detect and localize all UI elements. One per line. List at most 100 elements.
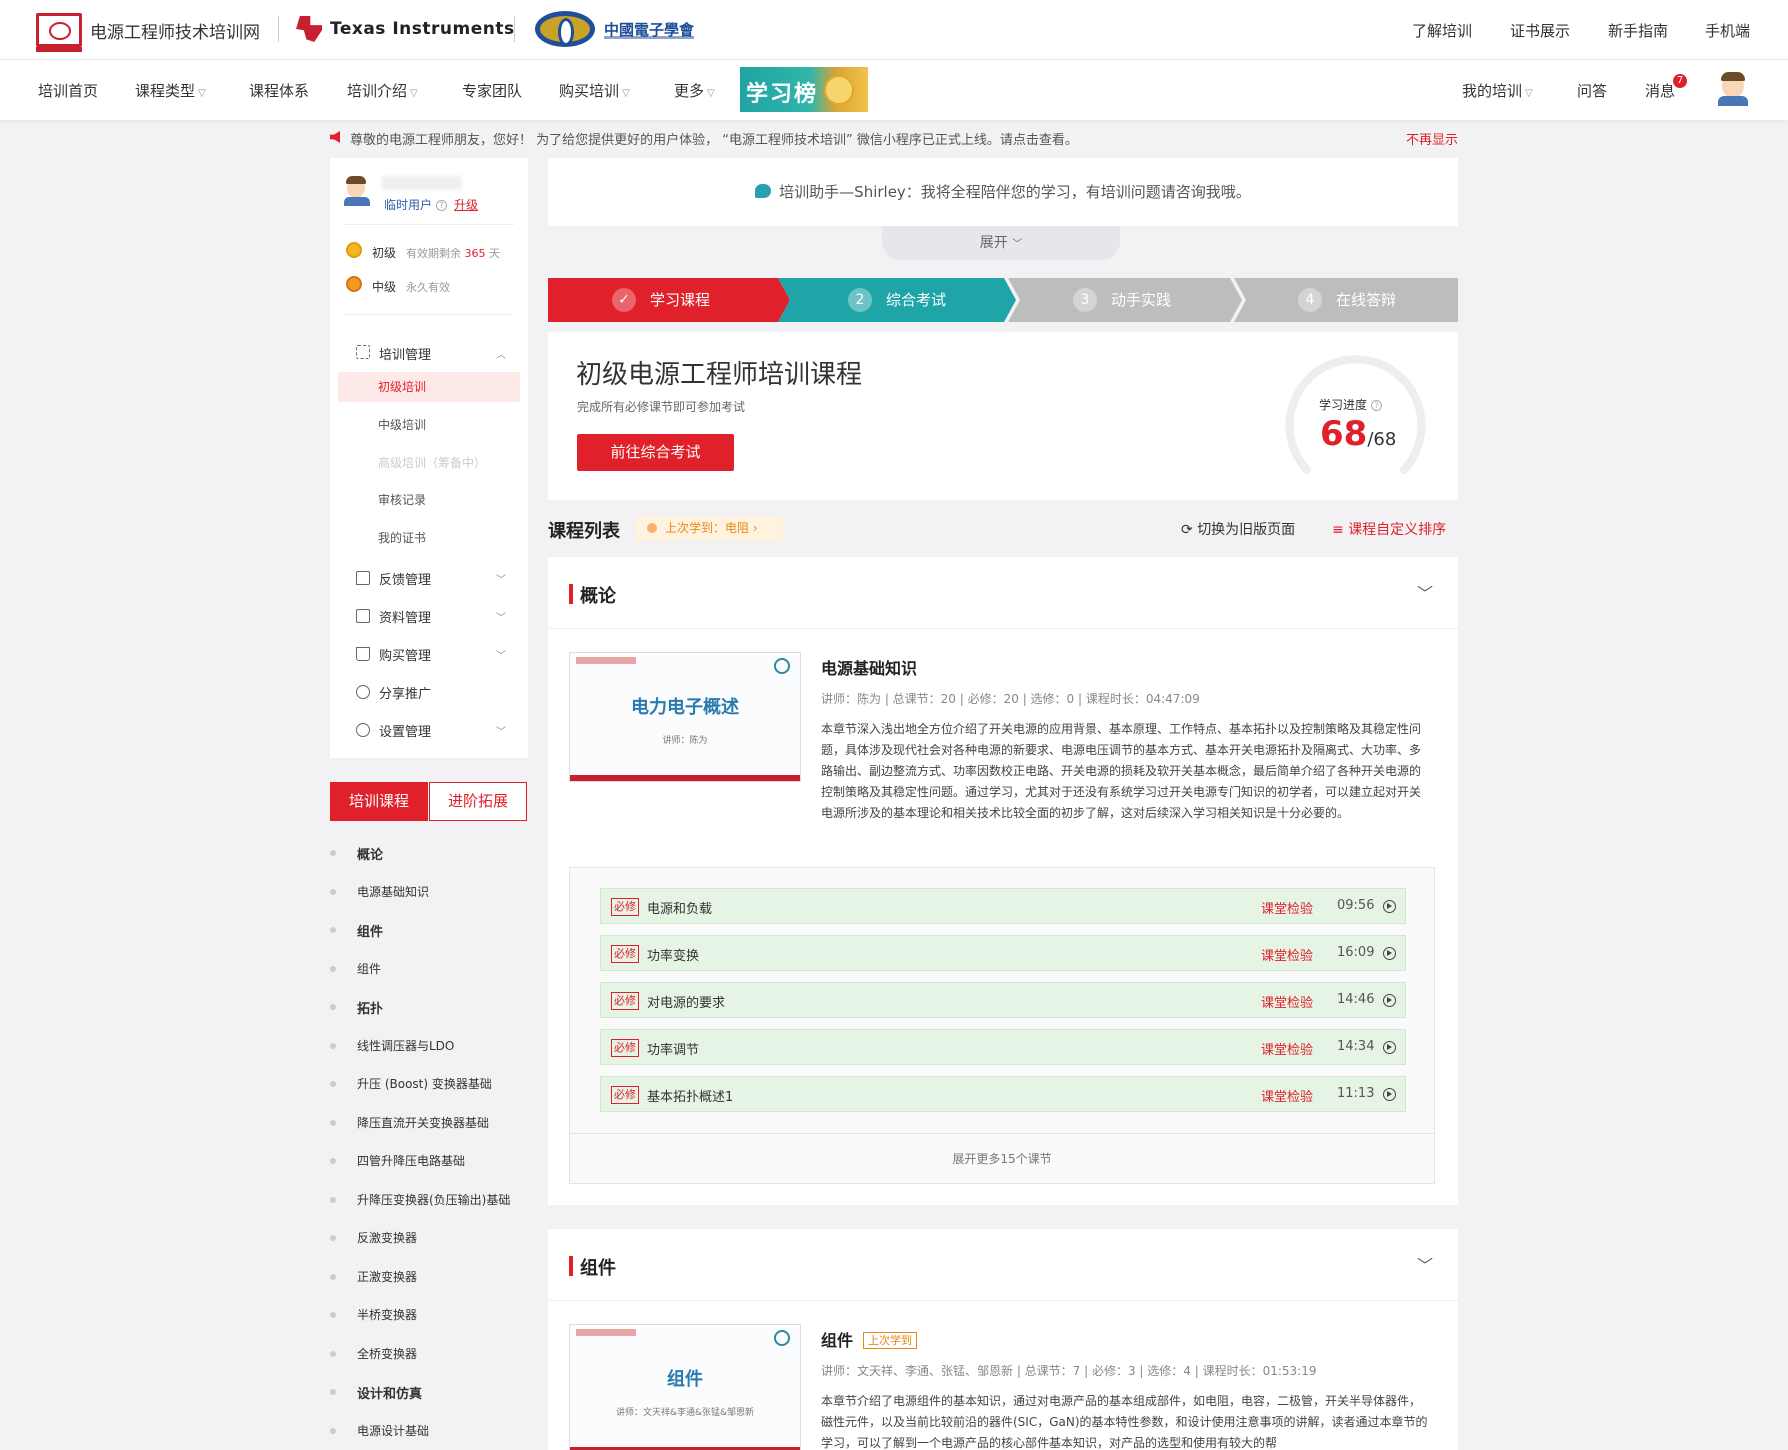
- course-thumbnail[interactable]: 电力电子概述 讲师：陈为: [569, 652, 801, 782]
- help-icon[interactable]: ?: [436, 200, 448, 211]
- chevron-down-icon[interactable]: ﹀: [496, 609, 506, 624]
- section-title[interactable]: 组件: [580, 1254, 616, 1280]
- outline-item[interactable]: 全桥变换器: [357, 1345, 417, 1362]
- course-thumbnail[interactable]: 组件 讲师：文天祥&李通&张锰&邹恩新: [569, 1324, 801, 1450]
- menu-share[interactable]: 分享推广: [379, 683, 431, 702]
- step-exam[interactable]: 2 综合考试: [848, 278, 946, 322]
- nav-course-types[interactable]: 课程类型 ▽: [135, 80, 206, 101]
- menu-purchases[interactable]: 购买管理: [379, 645, 431, 664]
- lesson-name[interactable]: 对电源的要求: [647, 992, 725, 1011]
- divider: [278, 16, 279, 42]
- menu-settings[interactable]: 设置管理: [379, 721, 431, 740]
- chevron-down-icon[interactable]: ﹀: [496, 571, 506, 586]
- link-certificates[interactable]: 证书展示: [1510, 20, 1570, 41]
- outline-item[interactable]: 线性调压器与LDO: [357, 1037, 454, 1054]
- class-quiz-link[interactable]: 课堂检验: [1261, 945, 1313, 964]
- menu-training-mgmt[interactable]: 培训管理: [379, 344, 431, 363]
- tab-training-courses[interactable]: 培训课程: [330, 782, 428, 821]
- nav-training-intro[interactable]: 培训介绍 ▽: [347, 80, 418, 101]
- expand-more-lessons[interactable]: 展开更多15个课节: [570, 1133, 1434, 1183]
- submenu-my-certificates[interactable]: 我的证书: [338, 523, 520, 553]
- class-quiz-link[interactable]: 课堂检验: [1261, 898, 1313, 917]
- chevron-down-icon[interactable]: ﹀: [1417, 1252, 1433, 1276]
- outline-item[interactable]: 半桥变换器: [357, 1306, 417, 1323]
- nav-messages[interactable]: 消息: [1645, 80, 1675, 101]
- outline-category[interactable]: 设计和仿真: [357, 1383, 422, 1402]
- outline-item[interactable]: 升降压变换器(负压输出)基础: [357, 1191, 510, 1208]
- nav-home[interactable]: 培训首页: [38, 80, 98, 101]
- chevron-down-icon[interactable]: ﹀: [496, 723, 506, 738]
- switch-old-label: 切换为旧版页面: [1197, 522, 1296, 538]
- class-quiz-link[interactable]: 课堂检验: [1261, 992, 1313, 1011]
- custom-sort[interactable]: ≡ 课程自定义排序: [1332, 519, 1446, 539]
- help-icon[interactable]: ?: [1371, 400, 1383, 411]
- lesson-row[interactable]: 必修 电源和负载 课堂检验 09:56: [600, 888, 1406, 924]
- nav-course-system[interactable]: 课程体系: [249, 80, 309, 101]
- submenu-junior-training[interactable]: 初级培训: [338, 372, 520, 402]
- step-defense[interactable]: 4 在线答辩: [1298, 278, 1396, 322]
- lesson-row[interactable]: 必修 基本拓扑概述1 课堂检验 11:13: [600, 1076, 1406, 1112]
- lesson-row[interactable]: 必修 功率变换 课堂检验 16:09: [600, 935, 1406, 971]
- outline-item[interactable]: 升压 (Boost) 变换器基础: [357, 1075, 492, 1092]
- play-icon[interactable]: [1383, 1041, 1396, 1054]
- outline-item[interactable]: 四管升降压电路基础: [357, 1152, 465, 1169]
- go-to-exam-button[interactable]: 前往综合考试: [577, 434, 734, 471]
- menu-feedback[interactable]: 反馈管理: [379, 569, 431, 588]
- outline-category[interactable]: 组件: [357, 921, 383, 940]
- play-icon[interactable]: [1383, 947, 1396, 960]
- expand-toggle[interactable]: 展开 ﹀: [882, 226, 1120, 260]
- nav-qa[interactable]: 问答: [1577, 80, 1607, 101]
- course-item-title[interactable]: 电源基础知识: [821, 655, 917, 679]
- class-quiz-link[interactable]: 课堂检验: [1261, 1039, 1313, 1058]
- play-icon[interactable]: [1383, 1088, 1396, 1101]
- submenu-intermediate-training[interactable]: 中级培训: [338, 410, 520, 440]
- link-mobile[interactable]: 手机端: [1705, 20, 1750, 41]
- play-icon[interactable]: [1383, 900, 1396, 913]
- chevron-down-icon[interactable]: ﹀: [1417, 580, 1433, 604]
- outline-category[interactable]: 概论: [357, 844, 383, 863]
- link-newbie-guide[interactable]: 新手指南: [1608, 20, 1668, 41]
- outline-item[interactable]: 组件: [357, 960, 381, 977]
- outline-item[interactable]: 正激变换器: [357, 1268, 417, 1285]
- lesson-name[interactable]: 基本拓扑概述1: [647, 1086, 733, 1105]
- nav-more[interactable]: 更多 ▽: [674, 80, 715, 101]
- user-avatar[interactable]: [1718, 72, 1748, 106]
- section-title[interactable]: 概论: [580, 582, 616, 608]
- lesson-name[interactable]: 功率变换: [647, 945, 699, 964]
- chevron-up-icon[interactable]: ︿: [496, 346, 506, 361]
- nav-expert-team[interactable]: 专家团队: [462, 80, 522, 101]
- outline-item[interactable]: 电源基础知识: [357, 883, 429, 900]
- nav-my-training[interactable]: 我的培训 ▽: [1462, 80, 1533, 101]
- lesson-name[interactable]: 电源和负载: [647, 898, 712, 917]
- nav-buy-training[interactable]: 购买培训 ▽: [559, 80, 630, 101]
- dismiss-notice-link[interactable]: 不再显示: [1406, 129, 1458, 148]
- leaderboard-banner[interactable]: 学习榜: [740, 67, 868, 112]
- menu-materials[interactable]: 资料管理: [379, 607, 431, 626]
- class-quiz-link[interactable]: 课堂检验: [1261, 1086, 1313, 1105]
- chevron-down-icon[interactable]: ﹀: [496, 647, 506, 662]
- tab-advanced-extension[interactable]: 进阶拓展: [429, 782, 527, 821]
- nav-course-types-label: 课程类型: [135, 82, 196, 100]
- last-study-pill[interactable]: 上次学到：电阻 ›: [635, 516, 783, 541]
- play-icon[interactable]: [1383, 994, 1396, 1007]
- submenu-review-records[interactable]: 审核记录: [338, 485, 520, 515]
- notice-text[interactable]: 尊敬的电源工程师朋友，您好！ 为了给您提供更好的用户体验， “电源工程师技术培训…: [350, 129, 1078, 148]
- outline-item[interactable]: 反激变换器: [357, 1229, 417, 1246]
- lesson-row[interactable]: 必修 对电源的要求 课堂检验 14:46: [600, 982, 1406, 1018]
- outline-category[interactable]: 拓扑: [357, 998, 383, 1017]
- upgrade-link[interactable]: 升级: [454, 196, 478, 213]
- step-learn[interactable]: ✓ 学习课程: [612, 278, 710, 322]
- ti-logo-text: Texas Instruments: [330, 19, 515, 39]
- outline-item[interactable]: 降压直流开关变换器基础: [357, 1114, 489, 1131]
- lesson-name[interactable]: 功率调节: [647, 1039, 699, 1058]
- lesson-row[interactable]: 必修 功率调节 课堂检验 14:34: [600, 1029, 1406, 1065]
- outline-item[interactable]: 电源设计基础: [357, 1422, 429, 1439]
- link-about-training[interactable]: 了解培训: [1412, 20, 1472, 41]
- sidebar-avatar[interactable]: [344, 176, 370, 206]
- site-name[interactable]: 电源工程师技术培训网: [90, 18, 260, 43]
- switch-old-page[interactable]: ⟳ 切换为旧版页面: [1181, 519, 1295, 539]
- site-logo-icon[interactable]: [36, 13, 82, 52]
- step-practice[interactable]: 3 动手实践: [1073, 278, 1171, 322]
- thumb-header: [576, 657, 636, 664]
- course-item-title[interactable]: 组件 上次学到: [821, 1327, 918, 1351]
